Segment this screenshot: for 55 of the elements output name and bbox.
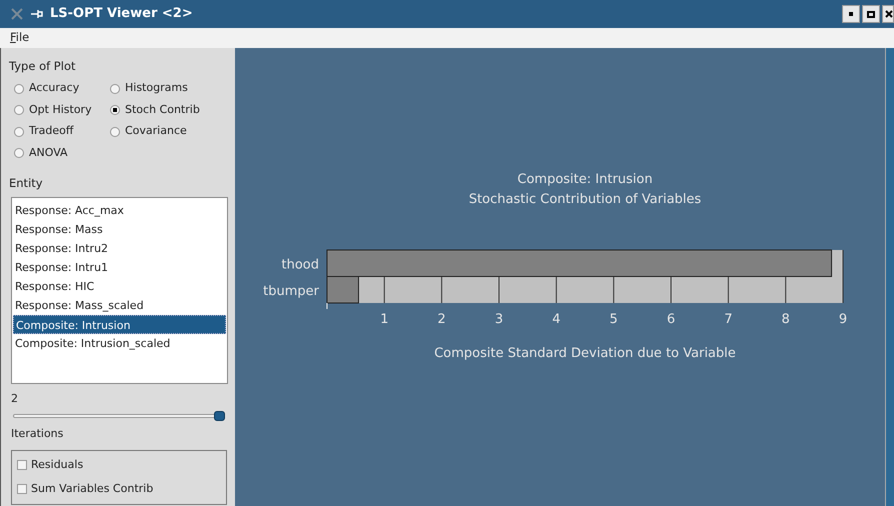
slider-label: Iterations bbox=[11, 426, 64, 442]
window-title: LS-OPT Viewer <2> bbox=[50, 5, 193, 24]
close-icon[interactable] bbox=[10, 7, 24, 21]
tick-label: 9 bbox=[838, 312, 848, 327]
slider-value: 2 bbox=[11, 390, 19, 406]
radio-label[interactable]: Tradeoff bbox=[29, 123, 74, 140]
tick-label: 6 bbox=[666, 312, 676, 327]
radio-label[interactable]: ANOVA bbox=[29, 144, 68, 162]
tick-label: 1 bbox=[380, 312, 388, 327]
menu-item[interactable]: File bbox=[10, 29, 30, 47]
radio-button[interactable] bbox=[14, 148, 24, 158]
radio-label[interactable]: Stoch Contrib bbox=[125, 102, 200, 118]
slider-thumb[interactable] bbox=[214, 411, 225, 421]
tick-label: 2 bbox=[438, 312, 446, 327]
radio-button[interactable] bbox=[110, 126, 120, 136]
tick-label: 8 bbox=[782, 312, 790, 327]
section-label: Type of Plot bbox=[9, 58, 76, 75]
chart-title: Composite: Intrusion bbox=[517, 172, 653, 187]
iterations-slider[interactable] bbox=[13, 411, 225, 421]
tick-label: 5 bbox=[610, 312, 618, 327]
radio-button[interactable] bbox=[14, 126, 24, 136]
radio-label[interactable]: Accuracy bbox=[29, 80, 80, 97]
radio-label[interactable]: Histograms bbox=[125, 80, 188, 97]
checkbox[interactable] bbox=[17, 484, 27, 494]
list-item[interactable]: Composite: Intrusion_scaled bbox=[13, 334, 226, 352]
tick-label: 3 bbox=[494, 312, 504, 327]
minimize-button[interactable] bbox=[842, 5, 860, 23]
tick-label: 7 bbox=[724, 312, 732, 327]
axis-label: tbumper bbox=[263, 284, 319, 299]
list-item[interactable]: Response: Mass bbox=[13, 220, 226, 238]
radio-label[interactable]: Opt History bbox=[29, 102, 92, 118]
tick-label: 4 bbox=[552, 312, 560, 327]
scrollbar[interactable] bbox=[885, 48, 894, 506]
radio-button[interactable] bbox=[110, 84, 120, 94]
section-label: Entity bbox=[9, 175, 44, 192]
list-item[interactable]: Response: HIC bbox=[13, 276, 226, 296]
list-item[interactable]: Response: Mass_scaled bbox=[13, 296, 226, 314]
radio-button[interactable] bbox=[110, 105, 120, 115]
close-button[interactable] bbox=[882, 5, 894, 23]
checkbox-label[interactable]: Residuals bbox=[31, 456, 84, 473]
checkbox-label[interactable]: Sum Variables Contrib bbox=[31, 481, 154, 498]
close-icon bbox=[883, 9, 893, 19]
pin-icon[interactable] bbox=[30, 9, 44, 19]
checkbox[interactable] bbox=[17, 460, 27, 470]
radio-label[interactable]: Covariance bbox=[125, 123, 187, 140]
axis-label: thood bbox=[282, 257, 319, 272]
radio-button[interactable] bbox=[14, 105, 24, 115]
chart-title: Stochastic Contribution of Variables bbox=[468, 192, 702, 207]
radio-button[interactable] bbox=[14, 84, 24, 94]
maximize-button[interactable] bbox=[862, 5, 880, 23]
list-item[interactable]: Composite: Intrusion bbox=[13, 314, 226, 334]
list-item[interactable]: Response: Intru2 bbox=[13, 238, 226, 258]
list-item[interactable]: Response: Intru1 bbox=[13, 258, 226, 276]
axis-title: Composite Standard Deviation due to Variable bbox=[434, 346, 736, 361]
list-item[interactable]: Response: Acc_max bbox=[13, 200, 226, 220]
